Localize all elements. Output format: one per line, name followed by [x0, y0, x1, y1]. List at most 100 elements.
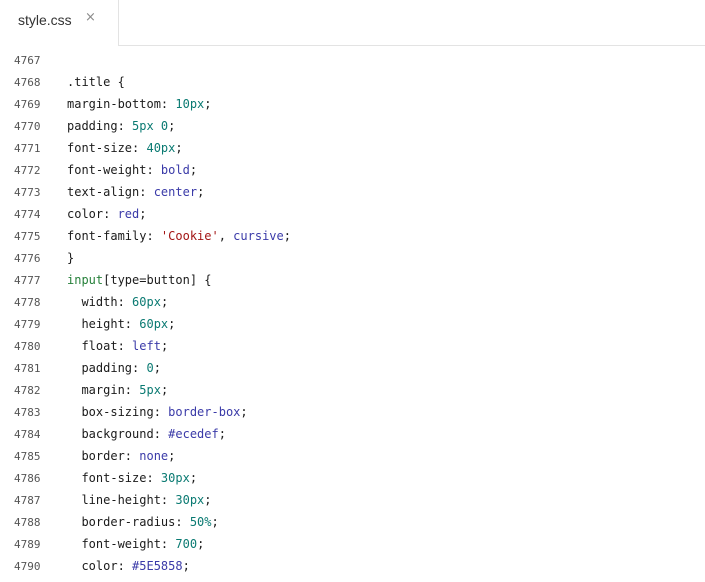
code-text: color: red;: [67, 207, 147, 221]
code-text: height: 60px;: [67, 317, 175, 331]
line-number: 4769: [14, 98, 41, 111]
code-token: left: [132, 339, 161, 353]
code-token: ;: [139, 207, 147, 221]
code-token: ;: [168, 449, 176, 463]
code-token: 700: [175, 537, 198, 551]
code-token: border:: [67, 449, 140, 463]
code-token: none: [139, 449, 169, 463]
code-token: padding:: [67, 361, 147, 375]
code-token: ;: [240, 405, 248, 419]
code-line[interactable]: 4774 color: red;: [0, 204, 705, 226]
code-token: 5px 0: [132, 119, 169, 133]
code-token: 60px: [132, 295, 161, 309]
code-line[interactable]: 4783 box-sizing: border-box;: [0, 402, 705, 424]
code-text: float: left;: [67, 339, 168, 353]
line-number: 4771: [14, 142, 41, 155]
code-line[interactable]: 4771 font-size: 40px;: [0, 138, 705, 160]
code-line[interactable]: 4786 font-size: 30px;: [0, 468, 705, 490]
code-token: 30px: [160, 471, 190, 485]
tab-style-css[interactable]: style.css ×: [0, 0, 119, 46]
code-token: red: [117, 207, 140, 221]
line-number: 4775: [14, 230, 41, 243]
code-token: ;: [182, 559, 190, 573]
code-token: 50%: [189, 515, 212, 529]
code-line[interactable]: 4781 padding: 0;: [0, 358, 705, 380]
code-line[interactable]: 4776}: [0, 248, 705, 270]
code-text: background: #ecedef;: [67, 427, 226, 441]
line-number: 4782: [14, 384, 41, 397]
code-token: ;: [153, 361, 161, 375]
line-number: 4772: [14, 164, 41, 177]
line-number: 4781: [14, 362, 41, 375]
code-token: border-radius:: [67, 515, 190, 529]
code-token: ;: [283, 229, 291, 243]
code-token: 60px: [139, 317, 169, 331]
code-token: ;: [160, 295, 169, 309]
code-token: text-align:: [67, 185, 154, 199]
line-number: 4768: [14, 76, 41, 89]
line-number: 4780: [14, 340, 41, 353]
code-token: bold: [160, 163, 190, 177]
code-token: 10px: [175, 97, 205, 111]
code-text: font-size: 40px;: [67, 141, 183, 155]
code-token: #5E5858: [132, 559, 183, 573]
line-number: 4784: [14, 428, 41, 441]
code-text: width: 60px;: [67, 295, 168, 309]
code-token: .title {: [67, 75, 125, 89]
line-number: 4773: [14, 186, 41, 199]
code-token: ;: [160, 383, 169, 397]
code-token: 'Cookie': [160, 229, 219, 243]
code-token: 40px: [146, 141, 176, 155]
code-token: ;: [197, 185, 205, 199]
code-token: font-size:: [67, 141, 147, 155]
code-line[interactable]: 4767: [0, 50, 705, 72]
code-line[interactable]: 4782 margin: 5px;: [0, 380, 705, 402]
line-number: 4789: [14, 538, 41, 551]
code-line[interactable]: 4772 font-weight: bold;: [0, 160, 705, 182]
code-line[interactable]: 4770 padding: 5px 0;: [0, 116, 705, 138]
code-line[interactable]: 4790 color: #5E5858;: [0, 556, 705, 578]
code-line[interactable]: 4780 float: left;: [0, 336, 705, 358]
code-token: ;: [197, 537, 205, 551]
code-token: border-box: [168, 405, 241, 419]
code-token: ;: [204, 97, 212, 111]
code-line[interactable]: 4777 input[type=button] {: [0, 270, 705, 292]
tab-bar: style.css ×: [0, 0, 705, 46]
code-line[interactable]: 4779 height: 60px;: [0, 314, 705, 336]
code-line[interactable]: 4769 margin-bottom: 10px;: [0, 94, 705, 116]
code-line[interactable]: 4768 .title {: [0, 72, 705, 94]
line-number: 4790: [14, 560, 41, 573]
code-token: margin-bottom:: [67, 97, 176, 111]
code-line[interactable]: 4788 border-radius: 50%;: [0, 512, 705, 534]
code-line[interactable]: 4785 border: none;: [0, 446, 705, 468]
code-token: [type=button] {: [103, 273, 212, 287]
code-text: font-size: 30px;: [67, 471, 197, 485]
code-token: box-sizing:: [67, 405, 169, 419]
code-text: font-weight: 700;: [67, 537, 204, 551]
code-line[interactable]: 4775 font-family: 'Cookie', cursive;: [0, 226, 705, 248]
tab-label: style.css: [18, 12, 72, 28]
code-token: 5px: [139, 383, 161, 397]
code-token: input: [67, 273, 104, 287]
code-token: ;: [211, 515, 219, 529]
code-editor[interactable]: 4767 4768 .title { 4769 margin-bottom: 10px;…: [0, 50, 705, 578]
line-number: 4787: [14, 494, 41, 507]
code-line[interactable]: 4773 text-align: center;: [0, 182, 705, 204]
code-line[interactable]: 4789 font-weight: 700;: [0, 534, 705, 556]
code-token: ;: [218, 427, 226, 441]
code-line[interactable]: 4784 background: #ecedef;: [0, 424, 705, 446]
code-text: font-family: 'Cookie', cursive;: [67, 229, 291, 243]
code-token: height:: [67, 317, 140, 331]
code-token: font-family:: [67, 229, 161, 243]
tab-bar-divider: [119, 45, 705, 46]
line-number: 4770: [14, 120, 41, 133]
code-text: margin: 5px;: [67, 383, 168, 397]
code-line[interactable]: 4778 width: 60px;: [0, 292, 705, 314]
code-token: ;: [168, 119, 176, 133]
code-line[interactable]: 4787 line-height: 30px;: [0, 490, 705, 512]
code-token: ;: [189, 471, 198, 485]
code-text: color: #5E5858;: [67, 559, 190, 573]
code-token: ;: [175, 141, 183, 155]
close-icon[interactable]: ×: [85, 10, 96, 25]
code-text: text-align: center;: [67, 185, 204, 199]
